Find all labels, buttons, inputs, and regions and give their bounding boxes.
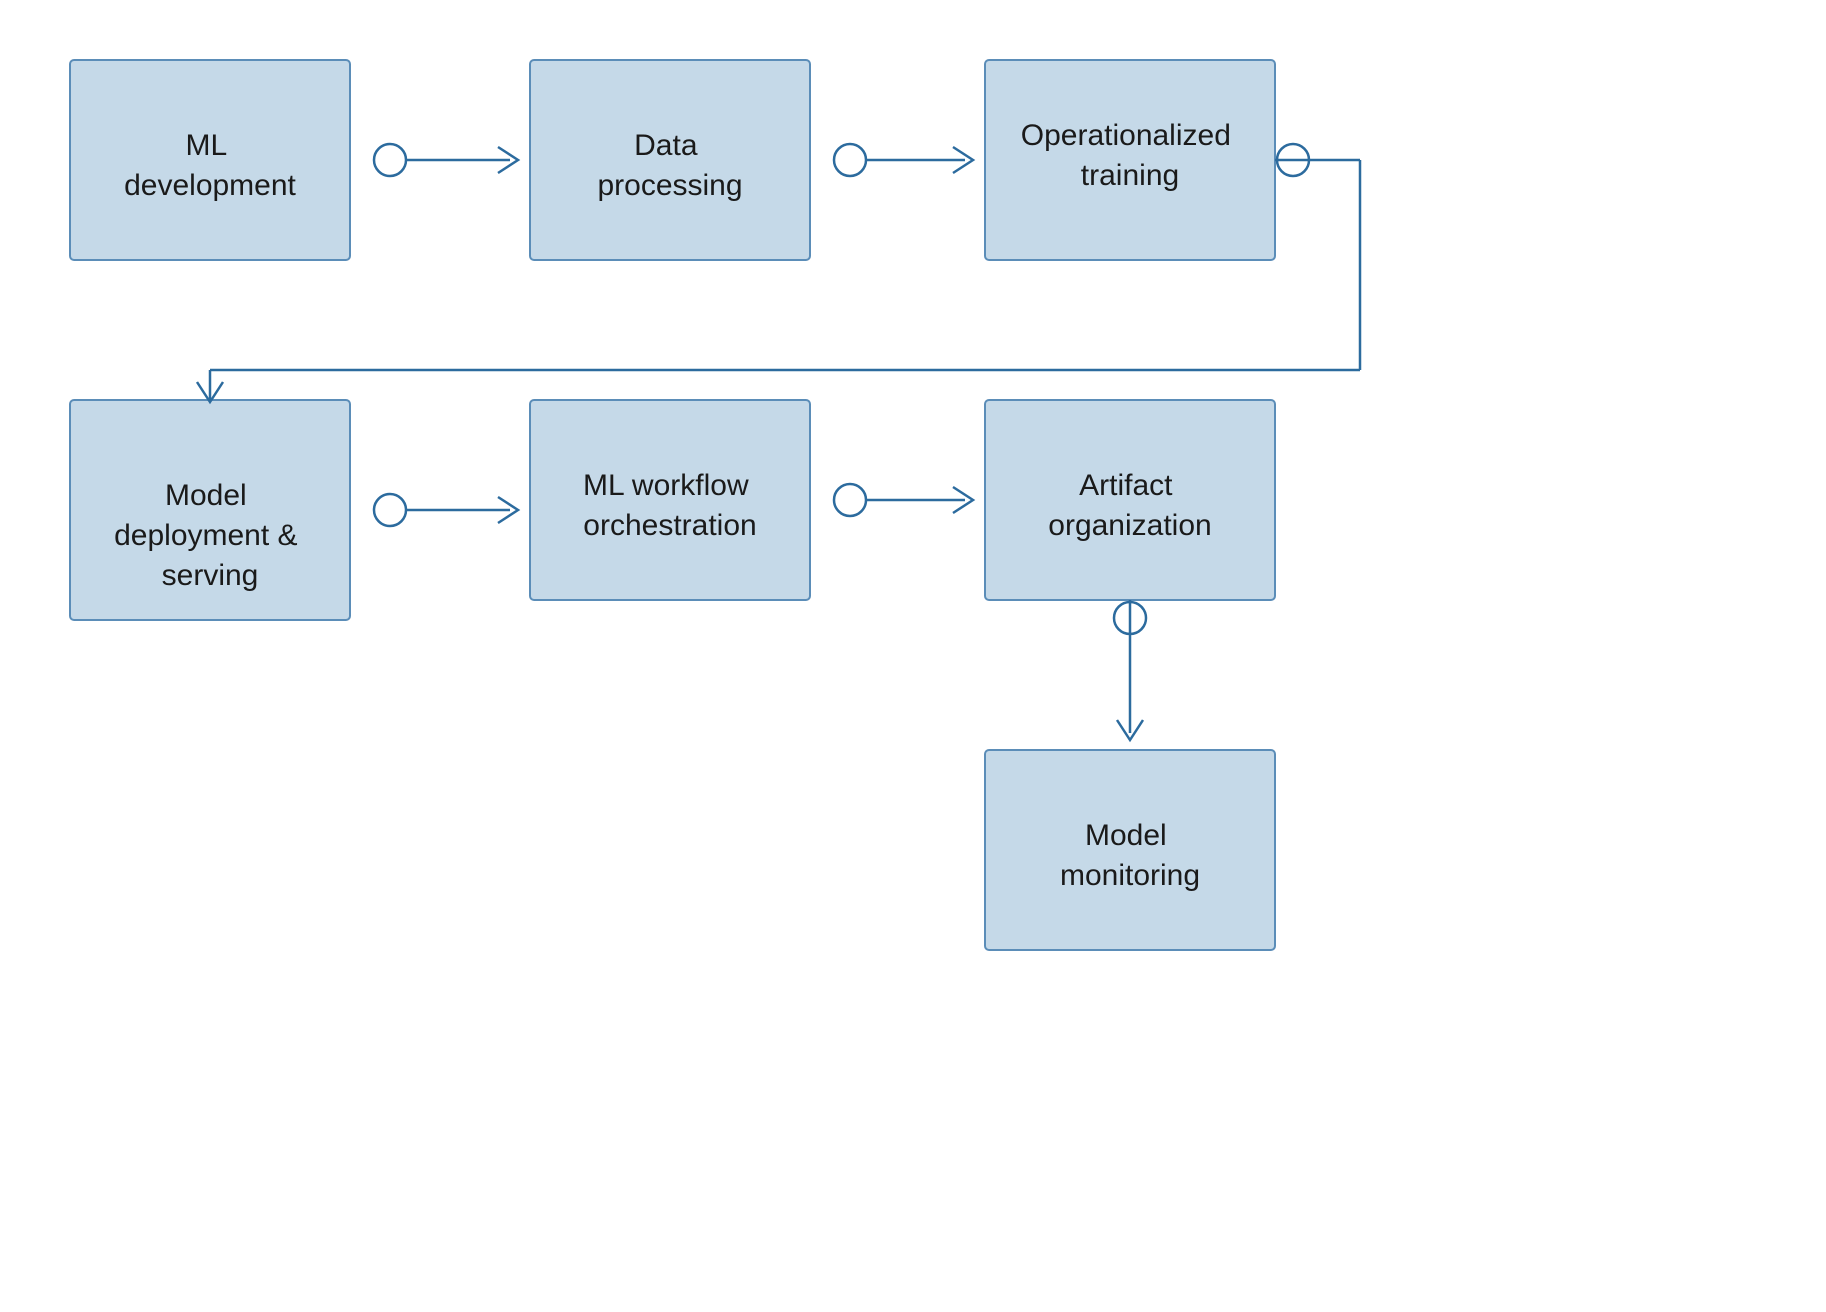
circle-data-out [834, 144, 866, 176]
diagram-container: ML development Data processing Operation… [0, 0, 1826, 1312]
circle-workflow-out [834, 484, 866, 516]
circle-deploy-out [374, 494, 406, 526]
circle-ml-out [374, 144, 406, 176]
